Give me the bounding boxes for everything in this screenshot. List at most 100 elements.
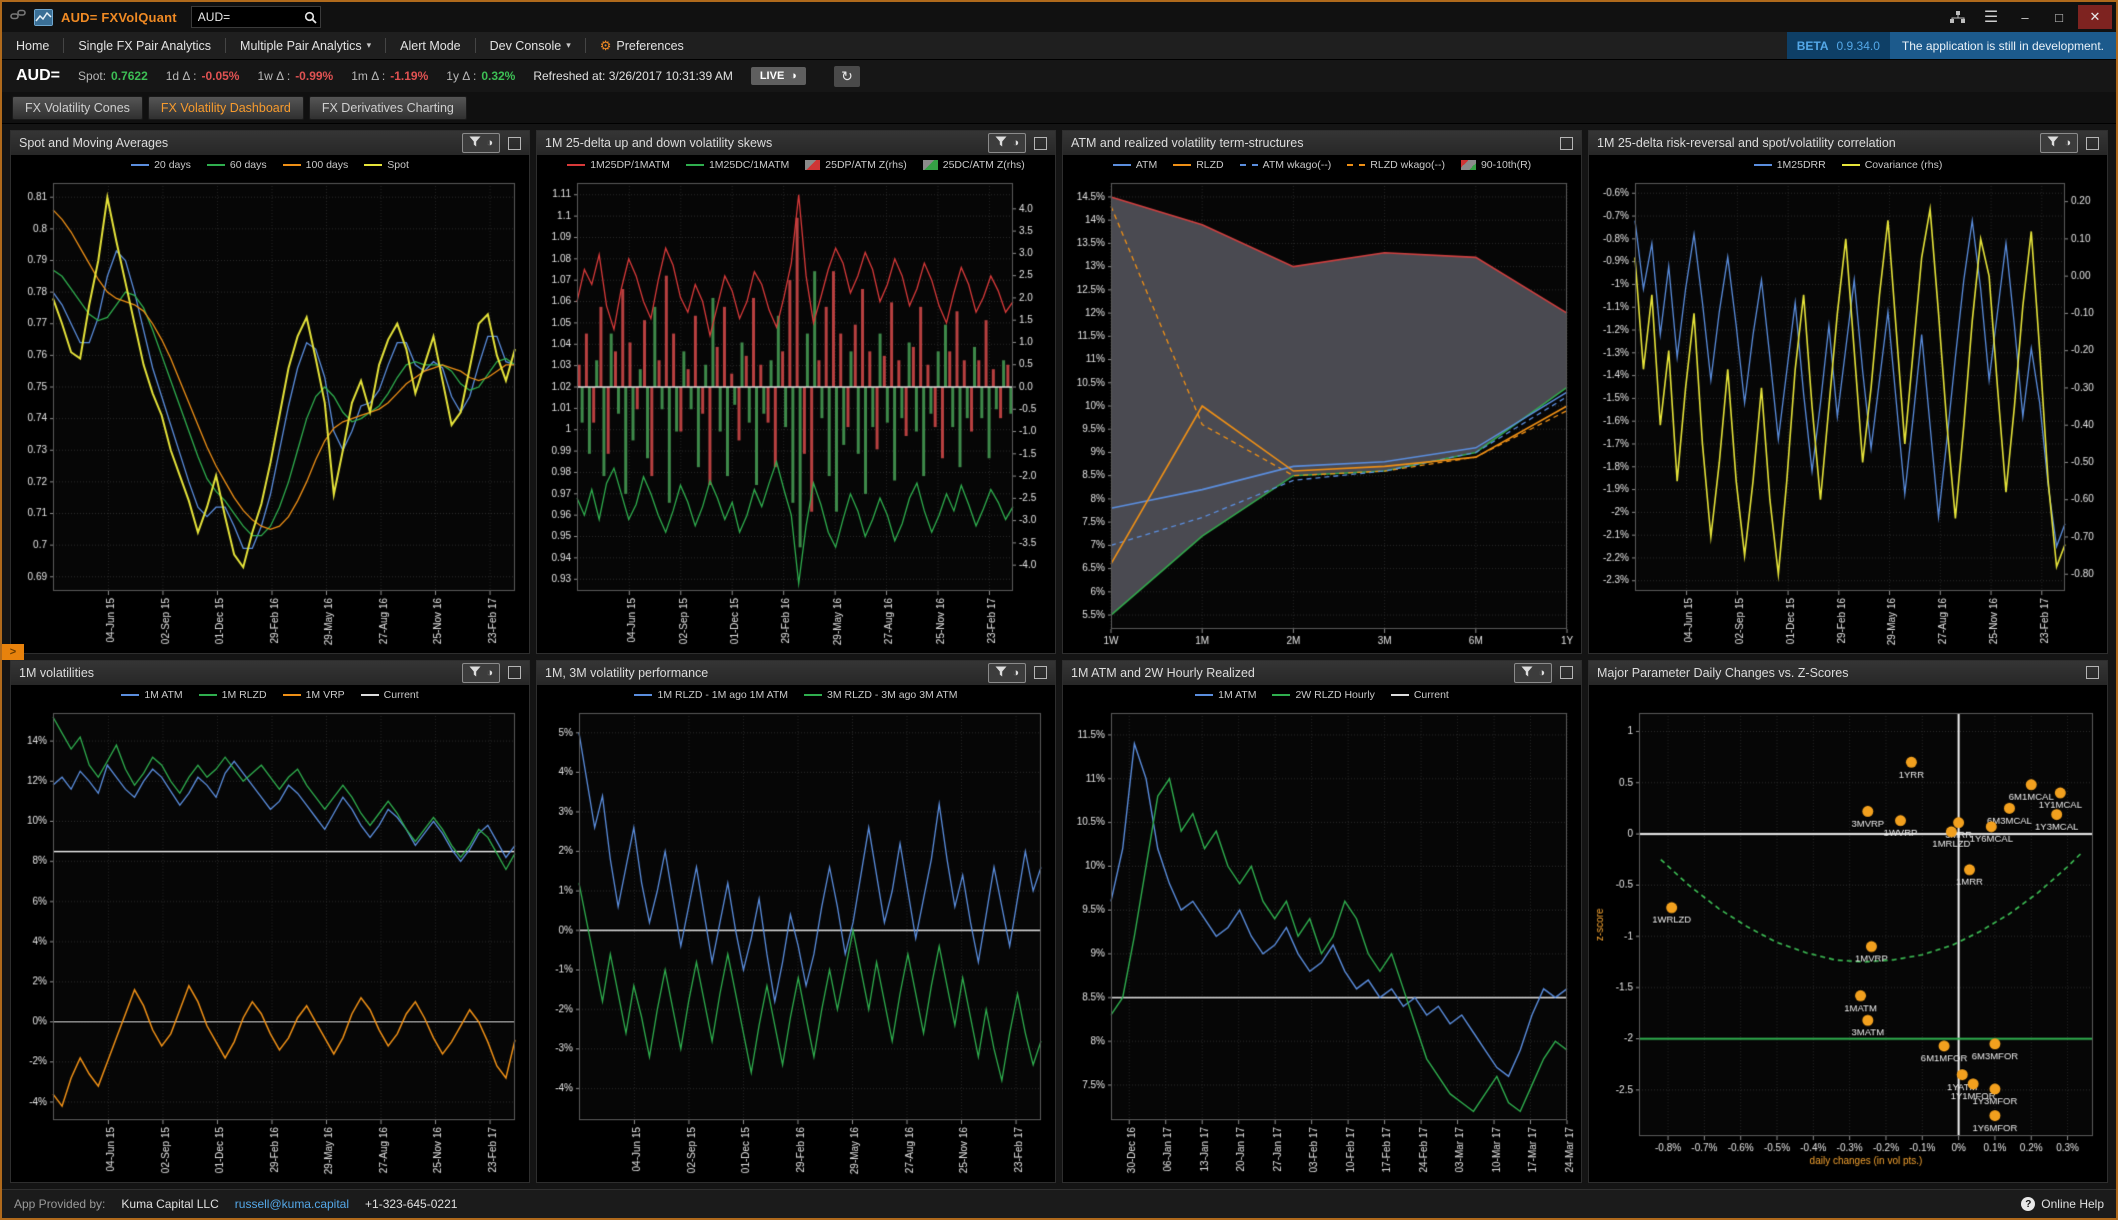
chart-canvas-major-parameter-daily-changes-z-scores[interactable] [1589,705,2107,1183]
panel-title: 1M 25-delta risk-reversal and spot/volat… [1597,136,2032,150]
legend-item-90-10th-r: 90-10th(R) [1461,159,1531,171]
email-link[interactable]: russell@kuma.capital [235,1197,349,1211]
menu-item-label: Single FX Pair Analytics [78,39,211,53]
legend-line-icon [1272,694,1290,696]
legend-item-spot: Spot [364,159,409,171]
legend-line-icon [283,694,301,696]
panel-header: 1M 25-delta up and down volatility skews… [537,131,1055,155]
legend-item-current: Current [361,689,419,701]
menu-item-dev-console[interactable]: Dev Console▾ [476,32,585,59]
search-box[interactable] [191,6,321,28]
tab-fx-volatility-dashboard[interactable]: FX Volatility Dashboard [148,96,304,120]
chart-canvas-1m-25-delta-risk-reversal-correlation[interactable] [1589,175,2107,653]
panel-1m-volatilities: 1M volatilities◑1M ATM1M RLZD1M VRPCurre… [10,660,530,1184]
legend-line-icon [207,164,225,166]
menu-icon[interactable]: ☰ [1976,5,2006,29]
filter-controls[interactable]: ◑ [462,133,500,153]
panel-body: 1M ATM2W RLZD HourlyCurrent [1063,685,1581,1183]
status-bar: App Provided by: Kuma Capital LLC russel… [2,1189,2116,1218]
refresh-icon: ↻ [841,68,853,85]
legend-item-20-days: 20 days [131,159,191,171]
dev-message: The application is still in development. [1890,32,2116,59]
panel-title: 1M ATM and 2W Hourly Realized [1071,666,1506,680]
tab-fx-derivatives-charting[interactable]: FX Derivatives Charting [309,96,467,120]
panel-body: 1M25DRRCovariance (rhs) [1589,155,2107,653]
chart-legend: 1M25DP/1MATM1M25DC/1MATM25DP/ATM Z(rhs)2… [537,155,1055,175]
charts-grid: Spot and Moving Averages ◑ 20 days 60 days 1… [2,124,2116,1189]
delta-label: 1y Δ : [446,69,476,83]
refresh-button[interactable]: ↻ [834,66,860,87]
chart-canvas-1m-3m-volatility-performance[interactable] [537,705,1055,1183]
panel-1m-3m-volatility-performance: 1M, 3M volatility performance◑1M RLZD - … [536,660,1056,1184]
menu-item-single-fx-pair-analytics[interactable]: Single FX Pair Analytics [64,32,225,59]
legend-line-icon [1173,164,1191,166]
popout-checkbox[interactable] [2086,137,2099,150]
panel-title: 1M, 3M volatility performance [545,666,980,680]
chart-canvas-1m-25-delta-volatility-skews[interactable] [537,175,1055,653]
legend-line-icon [686,164,704,166]
maximize-button[interactable]: □ [2044,5,2074,29]
search-icon[interactable] [304,11,322,24]
panel-title: Spot and Moving Averages [19,136,454,150]
app-window: AUD= FXVolQuant ☰ – □ ✕ Home Single FX Pa… [0,0,2118,1220]
legend-item-1m-vrp: 1M VRP [283,689,345,701]
expand-panel-button[interactable]: > [2,644,24,660]
menu-item-label: Preferences [616,39,683,53]
phone-number: +1-323-645-0221 [365,1197,457,1211]
legend-label: 2W RLZD Hourly [1295,689,1374,701]
popout-checkbox[interactable] [508,137,521,150]
legend-label: RLZD [1196,159,1223,171]
menu-item-multiple-pair-analytics[interactable]: Multiple Pair Analytics▾ [226,32,385,59]
close-button[interactable]: ✕ [2078,5,2112,29]
legend-line-icon [1754,164,1772,166]
popout-checkbox[interactable] [508,666,521,679]
menu-item-home[interactable]: Home [2,32,63,59]
beta-version: 0.9.34.0 [1837,39,1880,53]
panel-header: 1M, 3M volatility performance ◑ [537,661,1055,685]
popout-checkbox[interactable] [1034,137,1047,150]
chart-canvas-spot-and-moving-averages[interactable] [11,175,529,653]
legend-label: 90-10th(R) [1481,159,1531,171]
minimize-button[interactable]: – [2010,5,2040,29]
refreshed-timestamp: Refreshed at: 3/26/2017 10:31:39 AM [533,69,732,83]
chart-legend: 1M25DRRCovariance (rhs) [1589,155,2107,175]
legend-item-1m25drr: 1M25DRR [1754,159,1826,171]
delta-1w: 1w Δ :-0.99% [257,69,333,83]
filter-controls[interactable]: ◑ [462,663,500,683]
chart-canvas-atm-realized-term-structures[interactable] [1063,175,1581,653]
delta-1d: 1d Δ :-0.05% [166,69,240,83]
link-icon[interactable] [10,8,26,27]
popout-checkbox[interactable] [1560,666,1573,679]
filter-controls[interactable]: ◑ [988,663,1026,683]
panel-1m-25-delta-volatility-skews: 1M 25-delta up and down volatility skews… [536,130,1056,654]
legend-line-icon [364,164,382,166]
filter-controls[interactable]: ◑ [988,133,1026,153]
menu-item-label: Home [16,39,49,53]
panel-title: 1M 25-delta up and down volatility skews [545,136,980,150]
delta-value: 0.32% [481,69,515,83]
menu-item-preferences[interactable]: ⚙Preferences [586,32,698,59]
chart-canvas-1m-atm-2w-hourly-realized[interactable] [1063,705,1581,1183]
popout-checkbox[interactable] [1560,137,1573,150]
legend-item-1m-rlzd: 1M RLZD [199,689,267,701]
legend-item-60-days: 60 days [207,159,267,171]
menu-item-alert-mode[interactable]: Alert Mode [386,32,474,59]
popout-checkbox[interactable] [1034,666,1047,679]
title-bar: AUD= FXVolQuant ☰ – □ ✕ [2,2,2116,32]
tab-fx-volatility-cones[interactable]: FX Volatility Cones [12,96,143,120]
online-help[interactable]: ? Online Help [2021,1197,2104,1211]
beta-badge: BETA 0.9.34.0 [1787,32,1890,59]
panel-body: 20 days60 days100 daysSpot [11,155,529,653]
provided-by-label: App Provided by: [14,1197,105,1211]
popout-checkbox[interactable] [2086,666,2099,679]
layout-icon[interactable] [1942,5,1972,29]
filter-controls[interactable]: ◑ [2040,133,2078,153]
legend-line-icon [634,694,652,696]
search-input[interactable] [192,10,304,24]
legend-label: 1M VRP [306,689,345,701]
legend-label: ATM wkago(--) [1263,159,1332,171]
legend-item-rlzd-wkago: RLZD wkago(--) [1347,159,1445,171]
chart-canvas-1m-volatilities[interactable] [11,705,529,1183]
filter-controls[interactable]: ◑ [1514,663,1552,683]
live-toggle-button[interactable]: LIVE ◑ [751,67,806,85]
